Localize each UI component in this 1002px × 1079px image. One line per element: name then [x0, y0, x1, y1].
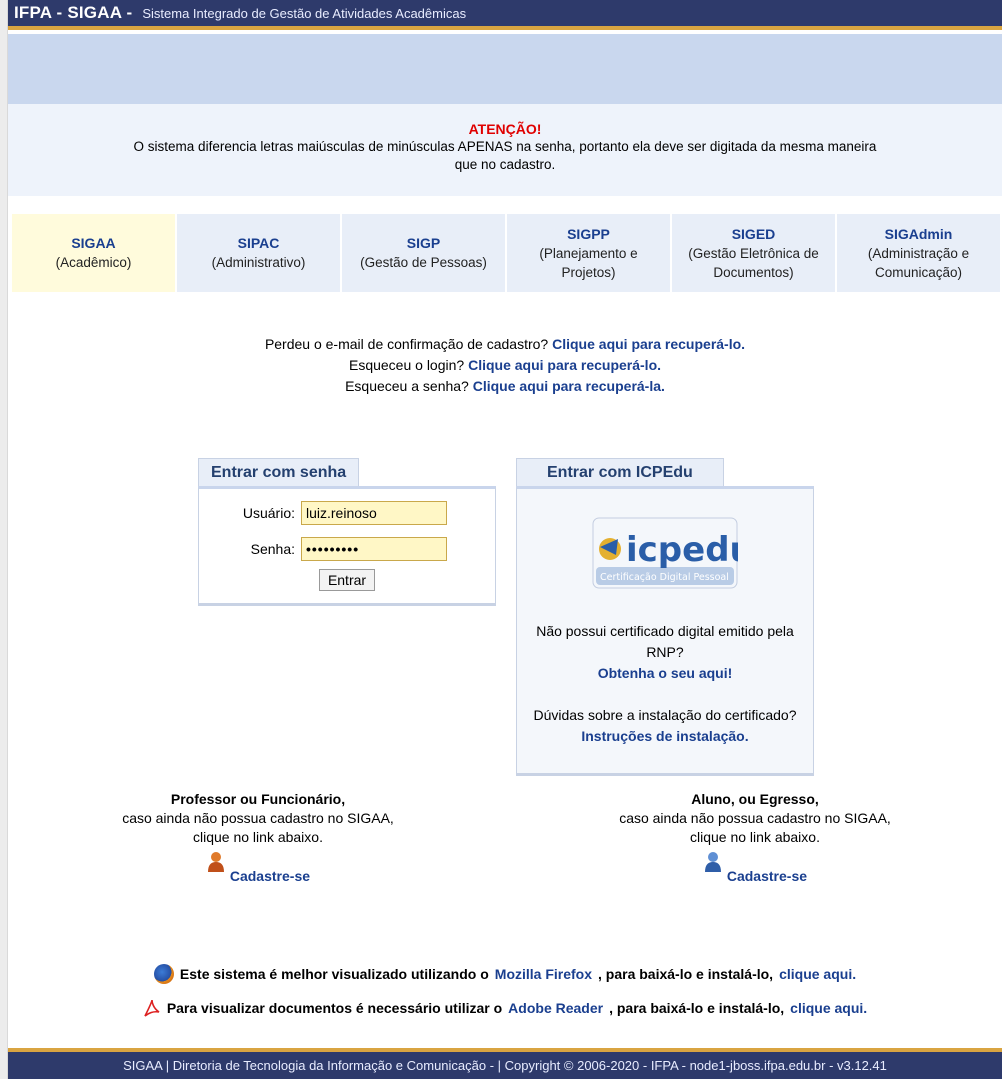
password-input[interactable]	[301, 537, 447, 561]
firefox-promo: Este sistema é melhor visualizado utiliz…	[8, 964, 1002, 984]
recover-login-link[interactable]: Clique aqui para recuperá-lo.	[468, 357, 661, 373]
icpedu-get-link[interactable]: Obtenha o seu aqui!	[598, 665, 733, 681]
person-blue-icon	[704, 852, 721, 872]
icpedu-no-cert-text: Não possui certificado digital emitido p…	[536, 623, 794, 660]
icpedu-doubt-text: Dúvidas sobre a instalação do certificad…	[533, 707, 797, 723]
login-panel: Usuário: Senha: Entrar	[198, 486, 496, 606]
login-submit-button[interactable]: Entrar	[319, 569, 375, 591]
attention-notice: ATENÇÃO! O sistema diferencia letras mai…	[8, 104, 1002, 196]
footer-text: SIGAA | Diretoria de Tecnologia da Infor…	[123, 1058, 887, 1073]
firefox-promo-text1: Este sistema é melhor visualizado utiliz…	[179, 966, 489, 982]
system-tab-siged[interactable]: SIGED (Gestão Eletrônica de Documentos)	[672, 214, 835, 292]
left-border	[0, 0, 8, 1079]
login-tab-title: Entrar com senha	[198, 458, 360, 486]
top-header: IFPA - SIGAA - Sistema Integrado de Gest…	[8, 0, 1002, 30]
icpedu-install-link[interactable]: Instruções de instalação.	[581, 728, 748, 744]
system-desc: (Administrativo)	[211, 255, 306, 270]
recover-password-link[interactable]: Clique aqui para recuperá-la.	[473, 378, 665, 394]
firefox-link[interactable]: Mozilla Firefox	[495, 966, 592, 982]
system-desc: (Acadêmico)	[55, 255, 132, 270]
firefox-promo-text2: , para baixá-lo e instalá-lo,	[598, 966, 774, 982]
icpedu-panel: icpedu Certificação Digital Pessoal Não …	[516, 486, 814, 776]
system-name: SIGED	[731, 225, 776, 242]
system-tab-sipac[interactable]: SIPAC (Administrativo)	[177, 214, 340, 292]
icpedu-tab-title: Entrar com ICPEdu	[516, 458, 724, 486]
system-name: SIGAdmin	[884, 225, 953, 242]
adobe-promo-text1: Para visualizar documentos é necessário …	[166, 1000, 503, 1016]
firefox-download-link[interactable]: clique aqui.	[779, 966, 856, 982]
recover-email-row: Perdeu o e-mail de confirmação de cadast…	[8, 334, 1002, 355]
system-desc: (Gestão Eletrônica de Documentos)	[688, 245, 819, 280]
attention-line-1: O sistema diferencia letras maiúsculas d…	[133, 139, 877, 154]
recover-login-row: Esqueceu o login? Clique aqui para recup…	[8, 355, 1002, 376]
username-label: Usuário:	[242, 505, 295, 521]
recover-email-text: Perdeu o e-mail de confirmação de cadast…	[264, 336, 549, 352]
system-desc: (Administração e Comunicação)	[867, 245, 970, 280]
icpedu-login: Entrar com ICPEdu icpedu Certificação Di…	[516, 458, 814, 776]
banner-area	[8, 34, 1002, 104]
system-name: SIGP	[406, 235, 441, 251]
staff-register-title: Professor ou Funcionário,	[170, 791, 346, 807]
login-form: Entrar com senha Usuário: Senha: Entrar	[198, 458, 496, 606]
adobe-reader-link[interactable]: Adobe Reader	[508, 1000, 603, 1016]
adobe-promo-text2: , para baixá-lo e instalá-lo,	[609, 1000, 785, 1016]
student-register-link[interactable]: Cadastre-se	[727, 868, 807, 884]
icpedu-logo[interactable]: icpedu Certificação Digital Pessoal	[592, 517, 754, 589]
icpedu-logo-text: icpedu	[626, 530, 738, 570]
staff-register-line2: clique no link abaixo.	[193, 829, 323, 845]
system-tab-sigpp[interactable]: SIGPP (Planejamento e Projetos)	[507, 214, 670, 292]
system-tab-sigaa[interactable]: SIGAA (Acadêmico)	[12, 214, 175, 292]
adobe-download-link[interactable]: clique aqui.	[790, 1000, 867, 1016]
student-register: Aluno, ou Egresso, caso ainda não possua…	[605, 790, 905, 886]
person-orange-icon	[207, 852, 224, 872]
system-tab-sigadmin[interactable]: SIGAdmin (Administração e Comunicação)	[837, 214, 1000, 292]
staff-register-line1: caso ainda não possua cadastro no SIGAA,	[122, 810, 394, 826]
username-input[interactable]	[301, 501, 447, 525]
recover-email-link[interactable]: Clique aqui para recuperá-lo.	[552, 336, 745, 352]
recover-password-row: Esqueceu a senha? Clique aqui para recup…	[8, 376, 1002, 397]
attention-title: ATENÇÃO!	[468, 121, 542, 137]
adobe-promo: Para visualizar documentos é necessário …	[8, 998, 1002, 1018]
recovery-links: Perdeu o e-mail de confirmação de cadast…	[8, 334, 1002, 397]
student-register-line1: caso ainda não possua cadastro no SIGAA,	[619, 810, 891, 826]
app-subtitle: Sistema Integrado de Gestão de Atividade…	[142, 5, 467, 21]
password-row: Senha:	[199, 531, 495, 567]
recover-login-text: Esqueceu o login?	[348, 357, 465, 373]
staff-register: Professor ou Funcionário, caso ainda não…	[108, 790, 408, 886]
system-name: SIGAA	[71, 235, 116, 251]
attention-line-2: que no cadastro.	[454, 157, 556, 172]
systems-menu: SIGAA (Acadêmico) SIPAC (Administrativo)…	[12, 214, 1000, 292]
footer: SIGAA | Diretoria de Tecnologia da Infor…	[8, 1048, 1002, 1079]
firefox-icon	[153, 964, 174, 984]
system-desc: (Gestão de Pessoas)	[360, 255, 487, 270]
adobe-pdf-icon	[144, 999, 160, 1017]
app-brand: IFPA - SIGAA -	[14, 3, 133, 22]
recover-password-text: Esqueceu a senha?	[345, 378, 469, 394]
system-name: SIGPP	[567, 225, 610, 242]
system-name: SIPAC	[237, 235, 280, 251]
username-row: Usuário:	[199, 495, 495, 531]
system-tab-sigp[interactable]: SIGP (Gestão de Pessoas)	[342, 214, 505, 292]
staff-register-link[interactable]: Cadastre-se	[230, 868, 310, 884]
student-register-title: Aluno, ou Egresso,	[691, 791, 819, 807]
student-register-line2: clique no link abaixo.	[690, 829, 820, 845]
password-label: Senha:	[250, 541, 295, 557]
system-desc: (Planejamento e Projetos)	[539, 245, 638, 280]
icpedu-logo-sub: Certificação Digital Pessoal	[600, 572, 729, 583]
